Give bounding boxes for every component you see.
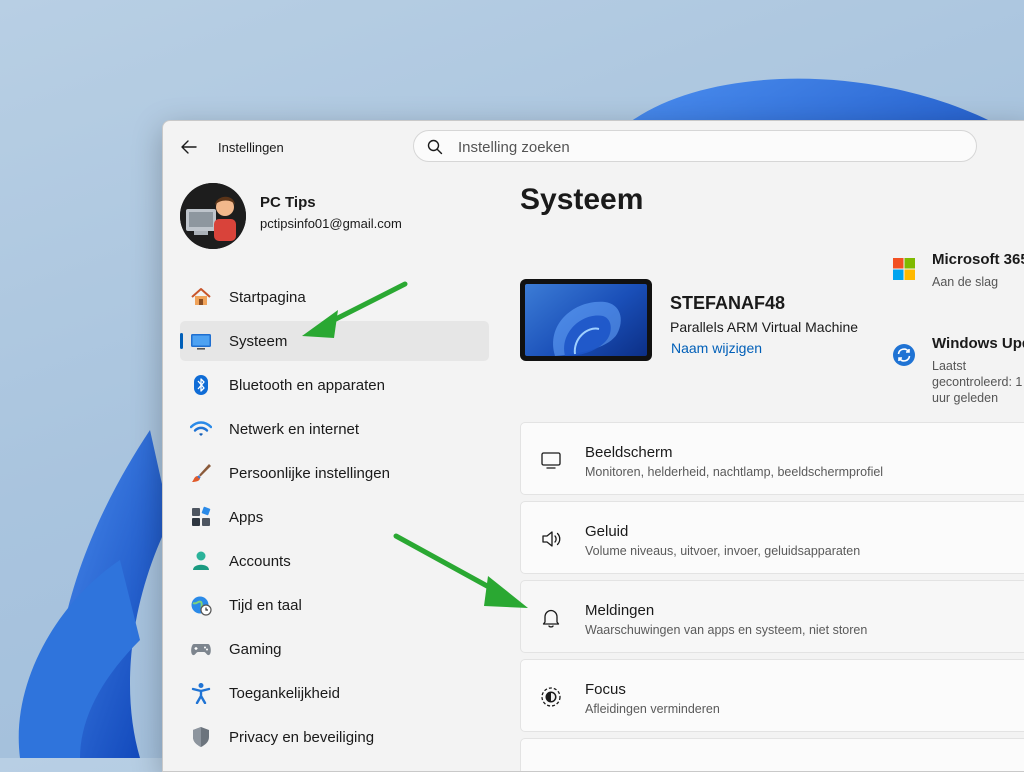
page-title: Systeem xyxy=(520,183,644,216)
sidebar-item-label: Bluetooth en apparaten xyxy=(229,377,385,394)
sidebar-item-label: Tijd en taal xyxy=(229,597,302,614)
card-title: Beeldscherm xyxy=(585,444,673,461)
card-focus[interactable]: Focus Afleidingen verminderen xyxy=(520,659,1024,732)
sidebar-item-apps[interactable]: Apps xyxy=(180,497,489,537)
sidebar-item-label: Privacy en beveiliging xyxy=(229,729,375,746)
card-title: Geluid xyxy=(585,523,629,540)
wallpaper-thumbnail-icon xyxy=(553,301,621,356)
person-icon xyxy=(193,551,209,570)
sidebar-item-accounts[interactable]: Accounts xyxy=(180,541,489,581)
tile-title: Windows Update xyxy=(932,335,1024,352)
sidebar-item-tijd-taal[interactable]: Tijd en taal xyxy=(180,585,489,625)
sidebar-item-gaming[interactable]: Gaming xyxy=(180,629,489,669)
bluetooth-icon xyxy=(194,375,208,395)
settings-window: Instellingen PC Tips pctipsinfo01@gmail.… xyxy=(162,120,1024,772)
tile-subtitle: Aan de slag xyxy=(932,275,999,289)
apps-icon xyxy=(192,506,211,526)
wifi-icon xyxy=(190,421,212,436)
gamepad-icon xyxy=(191,644,211,656)
sidebar-item-label: Accounts xyxy=(229,553,291,570)
brush-icon xyxy=(192,464,211,482)
device-name: STEFANAF48 xyxy=(670,293,786,313)
settings-card-list: Beeldscherm Monitoren, helderheid, nacht… xyxy=(520,422,1024,771)
windows-update-icon xyxy=(893,344,915,366)
monitor-icon xyxy=(541,452,561,469)
focus-icon xyxy=(541,687,561,707)
user-profile[interactable]: PC Tips pctipsinfo01@gmail.com xyxy=(180,183,490,249)
accessibility-icon xyxy=(191,683,211,704)
app-title: Instellingen xyxy=(218,140,284,155)
title-bar: Instellingen xyxy=(163,121,1024,173)
device-model: Parallels ARM Virtual Machine xyxy=(670,319,859,335)
card-subtitle: Waarschuwingen van apps en systeem, niet… xyxy=(585,623,868,637)
back-button[interactable] xyxy=(177,135,201,159)
bell-icon xyxy=(542,609,560,628)
search-input[interactable] xyxy=(456,135,960,159)
sidebar-item-startpagina[interactable]: Startpagina xyxy=(180,277,489,317)
search-box[interactable] xyxy=(413,130,977,162)
card-meldingen[interactable]: Meldingen Waarschuwingen van apps en sys… xyxy=(520,580,1024,653)
device-info: STEFANAF48 Parallels ARM Virtual Machine… xyxy=(520,279,880,363)
sidebar-item-netwerk[interactable]: Netwerk en internet xyxy=(180,409,489,449)
tile-subtitle: Laatst gecontroleerd: 1 uur geleden xyxy=(932,359,1023,405)
card-subtitle: Afleidingen verminderen xyxy=(585,702,720,716)
device-thumbnail xyxy=(520,279,652,361)
card-next-partial[interactable] xyxy=(520,738,1024,771)
system-icon xyxy=(191,334,211,350)
card-title: Focus xyxy=(585,681,626,698)
sidebar-item-label: Persoonlijke instellingen xyxy=(229,465,390,482)
globe-clock-icon xyxy=(191,596,212,616)
profile-name: PC Tips xyxy=(260,194,316,211)
sidebar-item-bluetooth[interactable]: Bluetooth en apparaten xyxy=(180,365,489,405)
sidebar-item-toegankelijkheid[interactable]: Toegankelijkheid xyxy=(180,673,489,713)
home-icon xyxy=(191,288,211,305)
sidebar-item-label: Apps xyxy=(229,509,264,526)
sidebar-item-label: Toegankelijkheid xyxy=(229,685,340,702)
sidebar-nav: Startpagina Systeem Bluetooth en apparat… xyxy=(180,277,489,761)
avatar xyxy=(180,183,246,249)
rename-device-link[interactable]: Naam wijzigen xyxy=(671,340,762,356)
speaker-icon xyxy=(542,531,561,547)
card-geluid[interactable]: Geluid Volume niveaus, uitvoer, invoer, … xyxy=(520,501,1024,574)
shield-icon xyxy=(193,727,209,747)
sidebar-item-persoonlijk[interactable]: Persoonlijke instellingen xyxy=(180,453,489,493)
card-title: Meldingen xyxy=(585,602,655,619)
sidebar-item-label: Systeem xyxy=(229,333,288,350)
sidebar-item-privacy[interactable]: Privacy en beveiliging xyxy=(180,717,489,757)
card-beeldscherm[interactable]: Beeldscherm Monitoren, helderheid, nacht… xyxy=(520,422,1024,495)
sidebar-item-label: Gaming xyxy=(229,641,282,658)
search-icon xyxy=(427,139,443,155)
tile-title: Microsoft 365 xyxy=(932,251,1024,268)
microsoft-logo-icon xyxy=(893,258,915,280)
sidebar-item-label: Startpagina xyxy=(229,289,306,306)
card-subtitle: Volume niveaus, uitvoer, invoer, geluids… xyxy=(585,544,861,558)
profile-email: pctipsinfo01@gmail.com xyxy=(260,216,402,231)
avatar-illustration-icon xyxy=(180,183,246,249)
sidebar-item-systeem[interactable]: Systeem xyxy=(180,321,489,361)
arrow-left-icon xyxy=(181,140,197,154)
card-subtitle: Monitoren, helderheid, nachtlamp, beelds… xyxy=(585,465,884,479)
sidebar-item-label: Netwerk en internet xyxy=(229,421,360,438)
